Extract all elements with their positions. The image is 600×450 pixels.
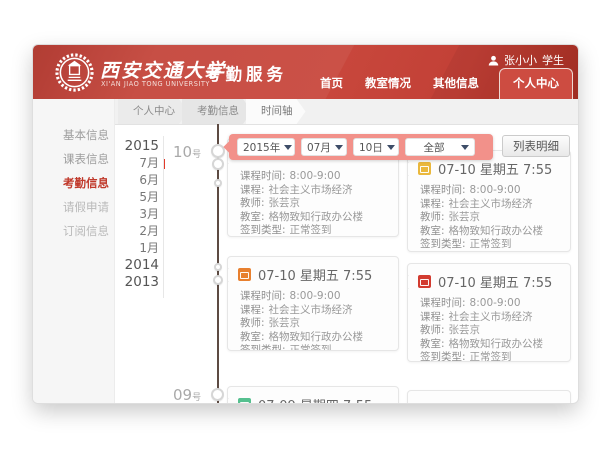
calendar-red-icon (418, 275, 431, 288)
list-detail-button[interactable]: 列表明细 (502, 135, 570, 157)
card-field: 课程时间:8:00-9:00 (420, 184, 562, 198)
nav-classrooms[interactable]: 教室情况 (365, 75, 411, 99)
date-filter-bar: 2015年 07月 10日 全部 (229, 134, 493, 160)
card-body: 课程时间:8:00-9:00课程:社会主义市场经济教师:张芸京教室:格物致知行政… (408, 294, 570, 362)
timeline-year[interactable]: 2013 (121, 274, 159, 291)
card-field: 教师:张芸京 (240, 317, 390, 331)
card-field: 课程时间:8:00-9:00 (420, 297, 562, 311)
timeline-node (214, 179, 222, 187)
breadcrumb: 个人中心 考勤信息 时间轴 (115, 99, 578, 125)
card-date-header: 07-10 星期五 7:55 (228, 257, 398, 287)
sidebar-item-subscription[interactable]: 订阅信息 (33, 219, 114, 243)
breadcrumb-personal-center[interactable]: 个人中心 (118, 99, 188, 124)
chevron-down-icon (461, 145, 469, 150)
card-field: 课程:社会主义市场经济 (240, 304, 390, 318)
day-select[interactable]: 10日 (353, 138, 399, 156)
user-name: 张小小 (504, 52, 537, 68)
app-title: 考勤服务 (205, 61, 287, 85)
attendance-card[interactable]: 07-10 星期五 7:55 课程时间:8:00-9:00课程:社会主义市场经济教… (407, 150, 571, 252)
type-select[interactable]: 全部 (405, 138, 475, 156)
sidebar-item-attendance[interactable]: 考勤信息 (33, 171, 114, 195)
timeline-month-current[interactable]: 7月 (121, 155, 159, 172)
card-field: 签到类型:正常签到 (240, 224, 390, 237)
timeline-month[interactable]: 1月 (121, 240, 159, 257)
card-field: 教师:张芸京 (240, 197, 390, 211)
card-field: 课程:社会主义市场经济 (240, 184, 390, 198)
timeline-node (212, 158, 224, 170)
sidebar: 基本信息 课表信息 考勤信息 请假申请 订阅信息 (33, 99, 115, 403)
breadcrumb-timeline[interactable]: 时间轴 (246, 99, 306, 124)
university-logo-icon (55, 53, 94, 92)
day-label-10: 10号 (173, 142, 201, 161)
attendance-card[interactable]: 07-10 星期五 7:55 课程时间:8:00-9:00课程:社会主义市场经济教… (227, 256, 399, 351)
year-month-rail: 2015 7月 6月 5月 3月 2月 1月 2014 2013 (121, 138, 159, 291)
card-field: 教师:张芸京 (420, 324, 562, 338)
person-icon (488, 55, 499, 66)
card-field: 签到类型:正常签到 (420, 238, 562, 252)
card-body: 课程时间:8:00-9:00课程:社会主义市场经济教师:张芸京教室:格物致知行政… (228, 287, 398, 351)
timeline-node (214, 263, 222, 271)
timeline-node (213, 275, 223, 285)
card-field: 课程:社会主义市场经济 (420, 311, 562, 325)
card-date: 07-10 星期五 7:55 (438, 272, 552, 291)
calendar-orange-icon (238, 268, 251, 281)
card-date: 07-09 星期四 7:55 (258, 395, 372, 403)
chevron-down-icon (284, 145, 292, 150)
card-field: 教室:格物致知行政办公楼 (240, 331, 390, 345)
nav-other-info[interactable]: 其他信息 (433, 75, 479, 99)
card-date: 07-10 星期五 7:55 (258, 265, 372, 284)
timeline-content: 2015 7月 6月 5月 3月 2月 1月 2014 2013 10号 09号 (115, 124, 578, 403)
main-panel: 个人中心 考勤信息 时间轴 2015 7月 6月 5月 3月 2月 1月 201… (115, 99, 578, 403)
card-field: 课程时间:8:00-9:00 (240, 170, 390, 184)
attendance-card[interactable]: 07-10 星期五 7:55 课程时间:8:00-9:00课程:社会主义市场经济教… (407, 263, 571, 362)
top-nav: 首页 教室情况 其他信息 个人中心 (309, 68, 573, 99)
card-field: 签到类型:正常签到 (240, 344, 390, 351)
app-header: 西安交通大学 XI'AN JIAO TONG UNIVERSITY 考勤服务 张… (33, 45, 578, 99)
card-field: 教室:格物致知行政办公楼 (420, 338, 562, 352)
timeline-year[interactable]: 2014 (121, 257, 159, 274)
card-date-header: 07-09 星期四 7:55 (228, 387, 398, 403)
card-field: 课程:社会主义市场经济 (420, 198, 562, 212)
attendance-card-stub (407, 390, 571, 403)
calendar-green-icon (238, 398, 251, 403)
chevron-down-icon (335, 145, 343, 150)
timeline-month[interactable]: 6月 (121, 172, 159, 189)
sidebar-item-basic-info[interactable]: 基本信息 (33, 123, 114, 147)
attendance-card[interactable]: 07-09 星期四 7:55 (227, 386, 399, 403)
card-field: 签到类型:正常签到 (420, 351, 562, 362)
day-label-09: 09号 (173, 385, 201, 403)
timeline-month[interactable]: 3月 (121, 206, 159, 223)
timeline-month[interactable]: 2月 (121, 223, 159, 240)
breadcrumb-attendance[interactable]: 考勤信息 (182, 99, 252, 124)
card-date: 07-10 星期五 7:55 (438, 159, 552, 178)
nav-personal-center[interactable]: 个人中心 (499, 68, 573, 99)
card-field: 教师:张芸京 (420, 211, 562, 225)
sidebar-item-timetable[interactable]: 课表信息 (33, 147, 114, 171)
card-body: 课程时间:8:00-9:00课程:社会主义市场经济教师:张芸京教室:格物致知行政… (408, 181, 570, 252)
user-role: 学生 (542, 52, 564, 68)
card-field: 课程时间:8:00-9:00 (240, 290, 390, 304)
card-date-header: 07-10 星期五 7:55 (408, 264, 570, 294)
user-menu[interactable]: 张小小 学生 (488, 52, 564, 68)
timeline-year[interactable]: 2015 (121, 138, 159, 155)
month-select[interactable]: 07月 (301, 138, 347, 156)
timeline-month[interactable]: 5月 (121, 189, 159, 206)
rail-divider (163, 136, 164, 298)
card-field: 教室:格物致知行政办公楼 (240, 211, 390, 225)
nav-home[interactable]: 首页 (320, 75, 343, 99)
timeline-node (211, 388, 224, 401)
sidebar-item-leave-request[interactable]: 请假申请 (33, 195, 114, 219)
app-window: 西安交通大学 XI'AN JIAO TONG UNIVERSITY 考勤服务 张… (33, 45, 578, 403)
year-select[interactable]: 2015年 (237, 138, 295, 156)
university-name-en: XI'AN JIAO TONG UNIVERSITY (101, 80, 210, 88)
calendar-yellow-icon (418, 162, 431, 175)
card-field: 教室:格物致知行政办公楼 (420, 225, 562, 239)
chevron-down-icon (387, 145, 395, 150)
